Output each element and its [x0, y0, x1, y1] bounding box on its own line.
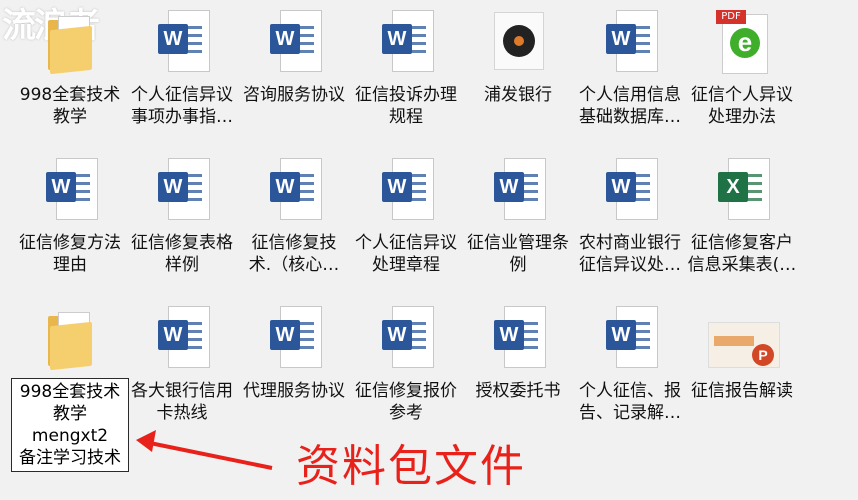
file-label: 征信业管理条 例 — [467, 233, 569, 275]
desktop-file-item[interactable]: W 授权委托书 — [462, 306, 574, 402]
powerpoint-file-icon: P — [708, 322, 780, 368]
file-label: 征信修复表格 样例 — [131, 233, 233, 275]
file-label: 征信修复方法 理由 — [19, 233, 121, 275]
word-file-icon: W — [46, 158, 98, 220]
desktop-file-item[interactable]: W 个人征信、报 告、记录解… — [574, 306, 686, 424]
file-label: 998全套技术 教学 — [19, 85, 121, 127]
word-file-icon: W — [158, 10, 210, 72]
desktop-file-item[interactable]: W 个人征信异议 事项办事指… — [126, 10, 238, 128]
file-label-rename-box[interactable]: 998全套技术 教学 mengxt2 备注学习技术 — [11, 378, 129, 472]
word-file-icon: W — [382, 10, 434, 72]
desktop-file-item[interactable]: W 咨询服务协议 — [238, 10, 350, 106]
desktop-file-item[interactable]: W 各大银行信用 卡热线 — [126, 306, 238, 424]
annotation-label: 资料包文件 — [296, 441, 526, 492]
file-label: 个人征信、报 告、记录解… — [579, 381, 681, 423]
word-file-icon: W — [158, 306, 210, 368]
desktop-file-item[interactable]: 998全套技术 教学 mengxt2 备注学习技术 — [11, 306, 129, 472]
desktop-file-item[interactable]: X 征信修复客户 信息采集表(… — [686, 158, 798, 276]
desktop-file-item[interactable]: W 征信修复方法 理由 — [14, 158, 126, 276]
desktop-file-item[interactable]: W 代理服务协议 — [238, 306, 350, 402]
file-label: 农村商业银行 征信异议处… — [579, 233, 681, 275]
file-label: 咨询服务协议 — [243, 85, 345, 105]
desktop-file-item[interactable]: W 农村商业银行 征信异议处… — [574, 158, 686, 276]
desktop-file-item[interactable]: PDF e 征信个人异议 处理办法 — [686, 10, 798, 128]
desktop-file-item[interactable]: W 征信投诉办理 规程 — [350, 10, 462, 128]
file-label: 征信投诉办理 规程 — [355, 85, 457, 127]
file-label: 个人信用信息 基础数据库… — [579, 85, 681, 127]
desktop-icon-grid: 998全套技术 教学 W 个人征信异议 事项办事指… W 咨询服务协议 W 征信… — [0, 0, 858, 500]
file-label: 各大银行信用 卡热线 — [131, 381, 233, 423]
word-file-icon: W — [270, 158, 322, 220]
file-label: 征信修复技 术.（核心… — [248, 233, 340, 275]
file-label: 个人征信异议 事项办事指… — [131, 85, 233, 127]
file-label: 征信个人异议 处理办法 — [691, 85, 793, 127]
word-file-icon: W — [382, 158, 434, 220]
word-file-icon: W — [606, 158, 658, 220]
file-label: 征信修复报价 参考 — [355, 381, 457, 423]
word-file-icon: W — [494, 306, 546, 368]
word-file-icon: W — [606, 306, 658, 368]
folder-icon — [48, 16, 94, 75]
file-label: 征信修复客户 信息采集表(… — [687, 233, 797, 275]
word-file-icon: W — [382, 306, 434, 368]
word-file-icon: W — [158, 158, 210, 220]
file-label: 代理服务协议 — [243, 381, 345, 401]
desktop-file-item[interactable]: W 征信修复技 术.（核心… — [238, 158, 350, 276]
folder-icon — [48, 312, 94, 371]
file-label: 个人征信异议 处理章程 — [355, 233, 457, 275]
desktop-file-item[interactable]: W 征信修复表格 样例 — [126, 158, 238, 276]
desktop-file-item[interactable]: 998全套技术 教学 — [14, 10, 126, 128]
word-file-icon: W — [270, 10, 322, 72]
pdf-file-icon: PDF e — [716, 10, 770, 74]
desktop-file-item[interactable]: W 个人征信异议 处理章程 — [350, 158, 462, 276]
desktop-file-item[interactable]: W 个人信用信息 基础数据库… — [574, 10, 686, 128]
file-label: 授权委托书 — [475, 381, 561, 401]
desktop-file-item[interactable]: W 征信业管理条 例 — [462, 158, 574, 276]
media-disc-icon — [494, 12, 544, 70]
file-label: 浦发银行 — [484, 85, 552, 105]
desktop-file-item[interactable]: W 征信修复报价 参考 — [350, 306, 462, 424]
word-file-icon: W — [494, 158, 546, 220]
desktop-file-item[interactable]: P 征信报告解读 — [686, 306, 798, 402]
word-file-icon: W — [606, 10, 658, 72]
file-label: 征信报告解读 — [691, 381, 793, 401]
word-file-icon: W — [270, 306, 322, 368]
desktop-file-item[interactable]: 浦发银行 — [462, 10, 574, 106]
excel-file-icon: X — [718, 158, 770, 220]
